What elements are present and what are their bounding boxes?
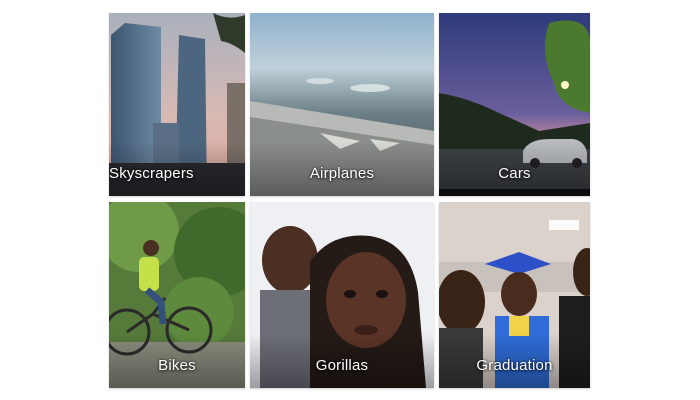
category-label: Bikes	[158, 357, 196, 374]
category-tile-airplanes[interactable]: Airplanes	[250, 13, 434, 196]
category-label: Airplanes	[309, 165, 375, 182]
category-tile-gorillas[interactable]: Gorillas	[250, 202, 434, 388]
category-tile-cars[interactable]: Cars	[439, 13, 590, 196]
category-label: Gorillas	[315, 357, 369, 374]
category-tile-graduation[interactable]: Graduation	[439, 202, 590, 388]
category-label: Graduation	[476, 357, 553, 374]
category-tile-skyscrapers[interactable]: Skyscrapers	[109, 13, 245, 196]
category-label: Cars	[498, 165, 531, 182]
photo-category-grid: Skyscrapers Airplanes Cars Bikes Gorilla…	[0, 0, 700, 400]
category-tile-bikes[interactable]: Bikes	[109, 202, 245, 388]
category-label: Skyscrapers	[109, 165, 194, 182]
